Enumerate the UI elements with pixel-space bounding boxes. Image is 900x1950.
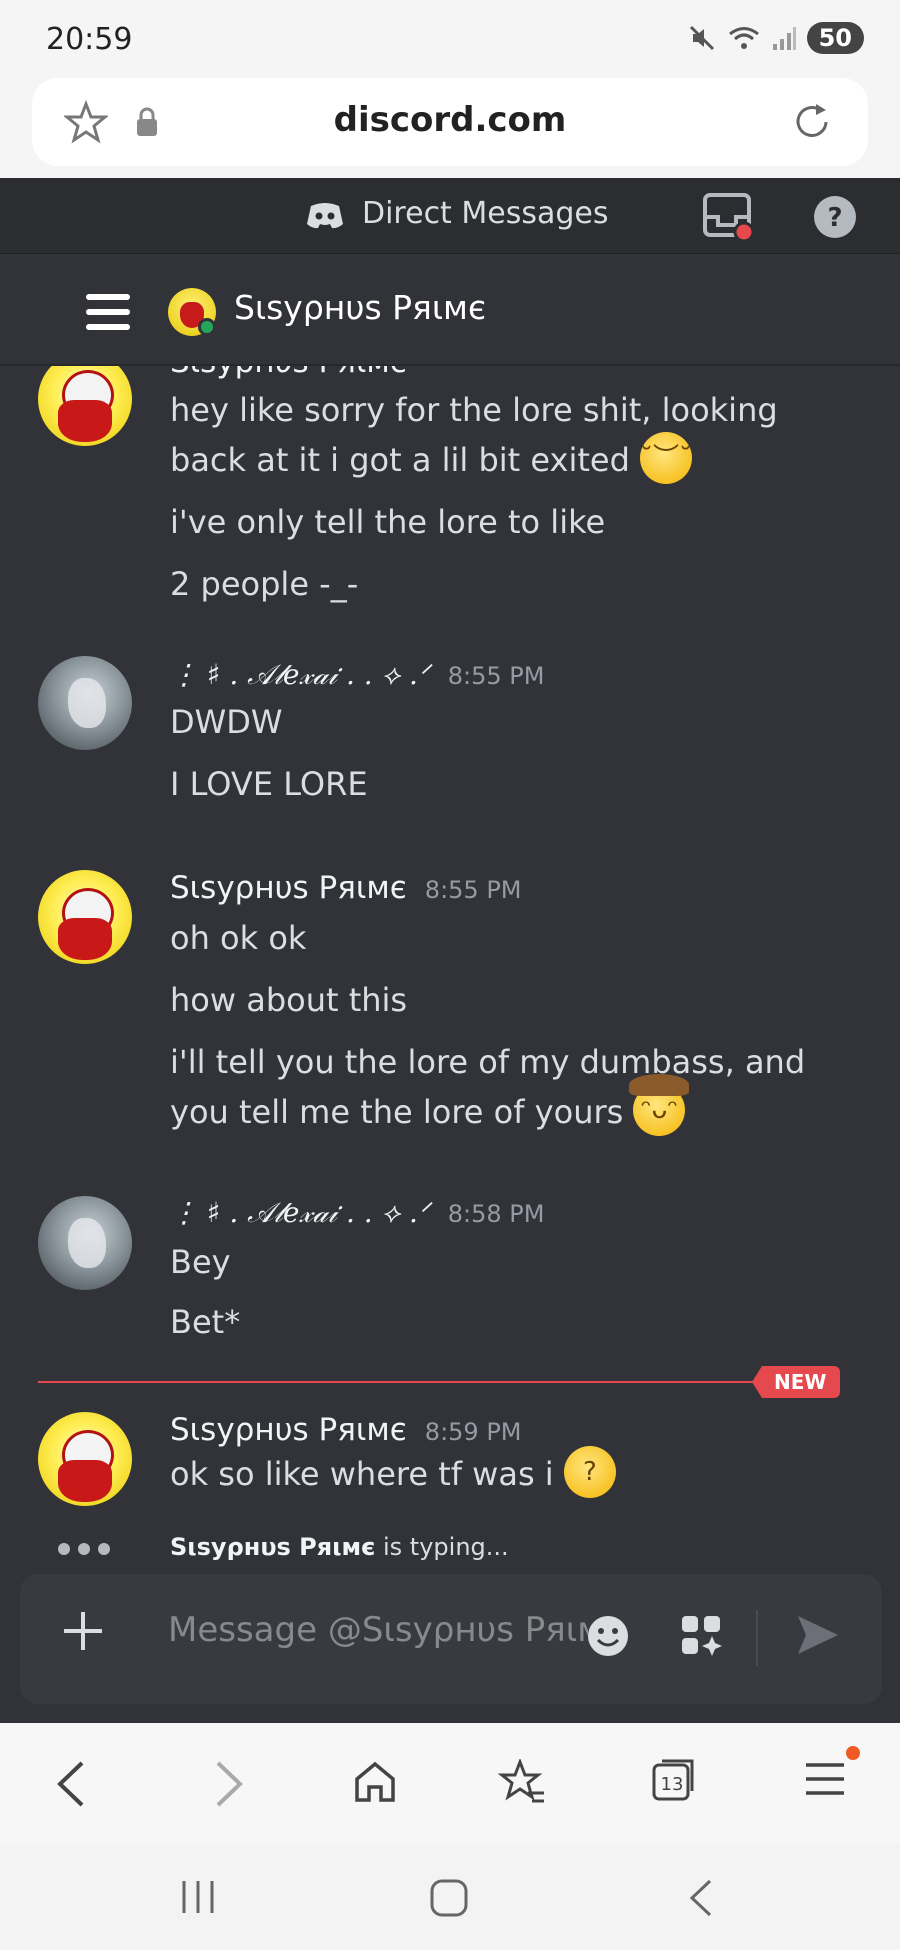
avatar[interactable] (38, 1412, 132, 1506)
status-icons: 50 (687, 22, 864, 54)
dm-header-title: Direct Messages (362, 196, 609, 231)
typing-dots-icon (58, 1543, 110, 1555)
message-text: you tell me the lore of yours (170, 1093, 624, 1131)
add-attachment-plus-icon[interactable] (60, 1608, 106, 1654)
message-text: ok so like where tf was i (170, 1455, 554, 1493)
reload-icon[interactable] (790, 100, 834, 144)
status-time: 20:59 (46, 22, 133, 57)
avatar[interactable] (38, 870, 132, 964)
menu-hamburger-icon[interactable] (86, 294, 130, 339)
system-nav-bar (0, 1843, 900, 1950)
apps-sparkle-icon[interactable] (678, 1612, 724, 1658)
back-arrow-icon[interactable] (52, 1759, 92, 1809)
pensive-emoji-icon: ˘︶˘ (640, 432, 692, 484)
message-line: ok so like where tf was i ? (170, 1446, 830, 1502)
forward-arrow-icon[interactable] (208, 1759, 248, 1809)
message-line: back at it i got a lil bit exited ˘︶˘ (170, 432, 830, 488)
status-bar: 20:59 50 (0, 0, 900, 78)
message-line: i'll tell you the lore of my dumbass, an… (170, 1043, 806, 1081)
home-icon[interactable] (352, 1759, 398, 1805)
message-timestamp: 8:59 PM (424, 1418, 522, 1446)
message-author[interactable]: ⋮ ♯ . 𝒜𝓁𝑒𝓍𝒶𝒾 . . ⟡ .ᐟ (170, 1196, 430, 1230)
message-timestamp: 8:55 PM (424, 876, 522, 904)
menu-icon[interactable] (804, 1759, 846, 1799)
send-icon[interactable] (794, 1612, 840, 1658)
mute-icon (689, 25, 714, 51)
message-list[interactable]: Sιsyρнυs Pяιмє hey like sorry for the lo… (0, 366, 900, 1571)
message-line: oh ok ok (170, 919, 307, 957)
channel-name[interactable]: Sιsyρнυs Pяιмє (234, 288, 486, 327)
wifi-icon (728, 27, 759, 49)
emoji-picker-icon[interactable] (586, 1614, 630, 1658)
composer-separator (756, 1610, 758, 1666)
message-author[interactable]: Sιsyρнυs Pяιмє (170, 1412, 407, 1448)
online-status-dot (198, 318, 216, 336)
svg-text:?: ? (827, 203, 842, 233)
message-line: i've only tell the lore to like (170, 503, 606, 541)
menu-notification-dot (846, 1746, 860, 1760)
message-line: hey like sorry for the lore shit, lookin… (170, 391, 778, 429)
tabs-button[interactable]: 13 (650, 1755, 698, 1803)
tab-count: 13 (660, 1774, 684, 1795)
cowboy-emoji-icon: ᵔᴗᵔ (629, 1074, 690, 1136)
typing-user: Sιsyρнυs Pяιмє (170, 1533, 376, 1561)
message-timestamp: 8:55 PM (447, 662, 545, 690)
system-back-icon[interactable] (686, 1877, 716, 1919)
avatar[interactable] (38, 1196, 132, 1290)
message-author[interactable]: Sιsyρнυs Pяιмє (170, 870, 407, 906)
message-composer (20, 1574, 882, 1704)
message-author[interactable]: Sιsyρнυs Pяιмє (170, 366, 407, 380)
bookmarks-star-icon[interactable] (498, 1759, 548, 1807)
discord-logo-icon (307, 203, 343, 229)
channel-header: Sιsyρнυs Pяιмє (0, 254, 900, 366)
message-author[interactable]: ⋮ ♯ . 𝒜𝓁𝑒𝓍𝒶𝒾 . . ⟡ .ᐟ (170, 658, 430, 692)
message-line: how about this (170, 981, 408, 1019)
typing-suffix: is typing... (375, 1533, 509, 1561)
avatar[interactable] (38, 366, 132, 446)
browser-nav-bar: 13 (0, 1723, 900, 1843)
thinking-emoji-icon: ? (563, 1446, 616, 1498)
message-text: back at it i got a lil bit exited (170, 441, 630, 479)
typing-text: Sιsyρнυs Pяιмє is typing... (170, 1533, 509, 1561)
home-button-icon[interactable] (428, 1877, 470, 1919)
inbox-icon[interactable] (702, 192, 756, 242)
message-line: DWDW (170, 703, 283, 741)
message-line: you tell me the lore of yours ᵔᴗᵔ (170, 1074, 830, 1140)
typing-indicator: Sιsyρнυs Pяιмє is typing... (0, 1529, 900, 1569)
message-line: Bet* (170, 1303, 241, 1341)
message-timestamp: 8:58 PM (447, 1200, 545, 1228)
message-line: 2 people -_- (170, 565, 359, 603)
url-bar[interactable]: discord.com (32, 78, 868, 166)
signal-icon (772, 27, 796, 50)
battery-indicator: 50 (806, 22, 864, 54)
avatar[interactable] (38, 656, 132, 750)
message-input[interactable] (168, 1610, 588, 1650)
new-badge: NEW (752, 1366, 841, 1398)
recent-apps-icon[interactable] (178, 1877, 218, 1917)
dm-header: Direct Messages (0, 178, 900, 254)
help-icon[interactable]: ? (812, 194, 858, 240)
message-line: I LOVE LORE (170, 765, 368, 803)
message-line: Bey (170, 1243, 231, 1281)
url-text[interactable]: discord.com (32, 100, 868, 140)
new-messages-divider (38, 1381, 830, 1383)
